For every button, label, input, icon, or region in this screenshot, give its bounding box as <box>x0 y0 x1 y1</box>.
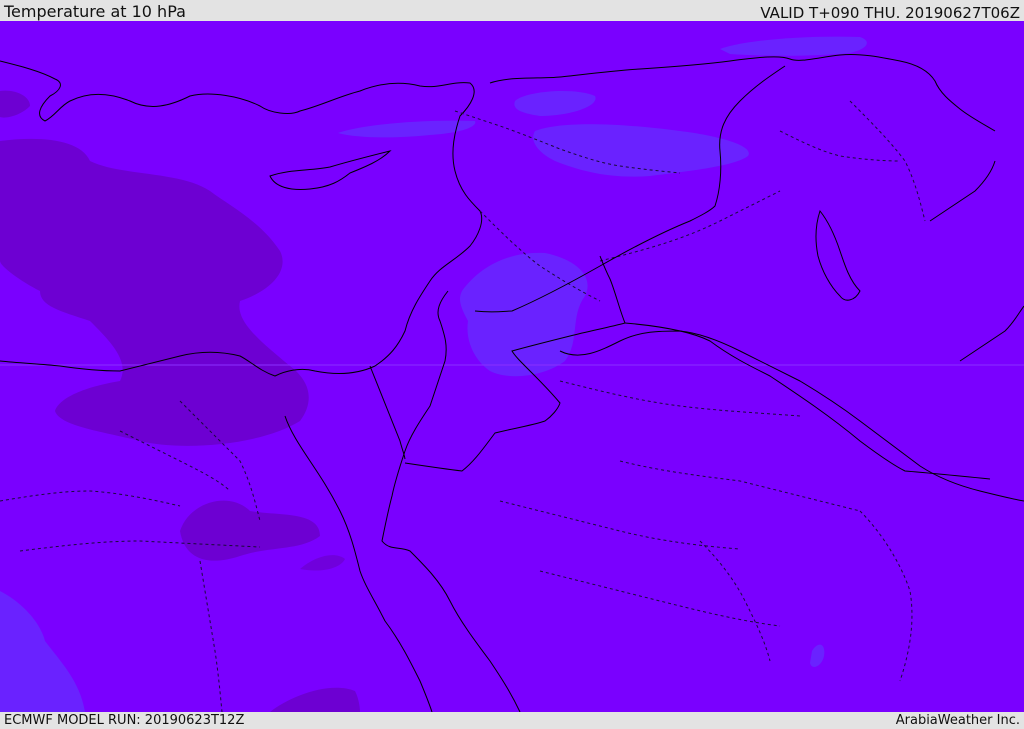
footer-bar: ECMWF MODEL RUN: 20190623T12Z ArabiaWeat… <box>0 712 1024 729</box>
map-panel[interactable] <box>0 21 1024 712</box>
map-canvas <box>0 21 1024 712</box>
header-bar: Temperature at 10 hPa VALID T+090 THU. 2… <box>0 0 1024 22</box>
valid-time: VALID T+090 THU. 20190627T06Z <box>760 4 1020 22</box>
model-run: ECMWF MODEL RUN: 20190623T12Z <box>4 713 245 728</box>
credit: ArabiaWeather Inc. <box>895 713 1020 728</box>
map-title: Temperature at 10 hPa <box>4 2 186 21</box>
